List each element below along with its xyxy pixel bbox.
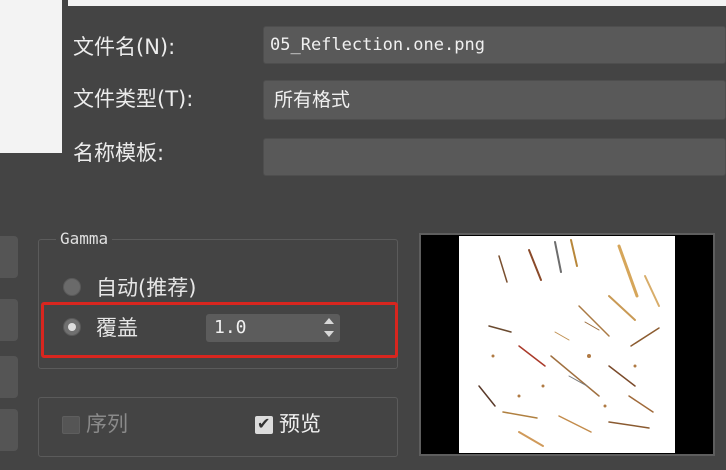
highlight-annotation-box	[41, 302, 398, 358]
side-button-1[interactable]	[0, 236, 18, 278]
file-type-label: 文件类型(T):	[73, 87, 194, 111]
side-button-4[interactable]	[0, 409, 18, 451]
gamma-auto-radio[interactable]	[63, 278, 81, 296]
name-template-input[interactable]	[263, 138, 726, 176]
file-name-input[interactable]: 05_Reflection.one.png	[263, 26, 726, 64]
gamma-group-title: Gamma	[56, 228, 113, 250]
sequence-label[interactable]: 序列	[86, 410, 128, 438]
file-browser-pane[interactable]	[0, 0, 62, 153]
gamma-auto-label[interactable]: 自动(推荐)	[96, 274, 196, 302]
file-type-select[interactable]: 所有格式	[263, 80, 726, 120]
preview-label[interactable]: 预览	[279, 410, 321, 438]
checkmark-icon: ✔	[257, 414, 271, 433]
preview-checkbox[interactable]: ✔	[255, 414, 273, 434]
image-preview-frame	[419, 233, 715, 456]
file-name-label: 文件名(N):	[73, 35, 176, 59]
file-list-area[interactable]	[68, 0, 726, 6]
sequence-checkbox[interactable]	[62, 416, 80, 434]
name-template-label: 名称模板:	[73, 141, 165, 165]
preview-thumbnail-drawing	[478, 239, 660, 447]
preview-thumbnail-image	[459, 236, 675, 453]
side-button-3[interactable]	[0, 356, 18, 398]
side-button-2[interactable]	[0, 299, 18, 341]
